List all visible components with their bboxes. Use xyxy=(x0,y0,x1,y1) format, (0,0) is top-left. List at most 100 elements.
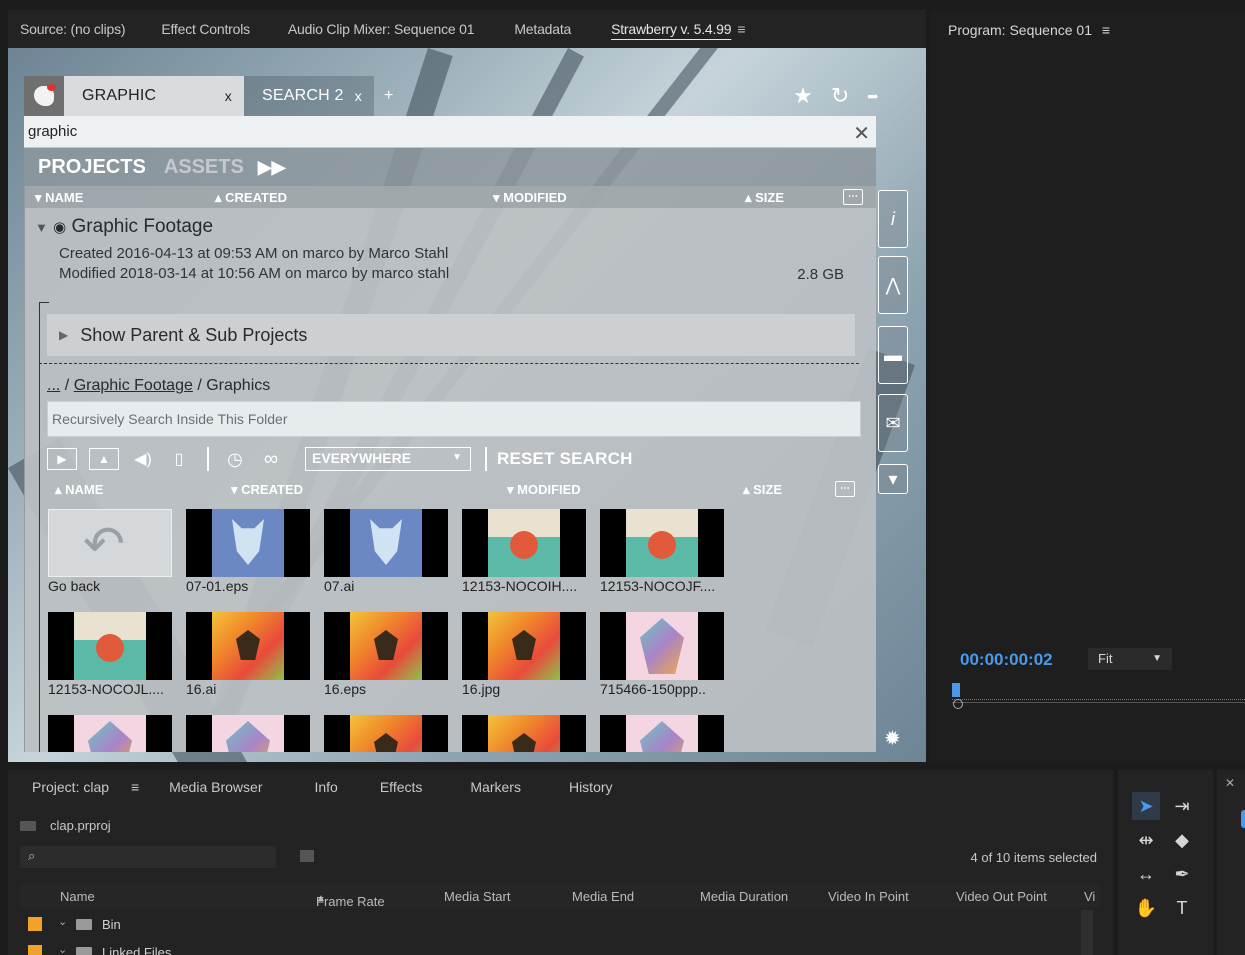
asset-thumbnail[interactable]: 12153-NOCOJF.... xyxy=(600,509,724,594)
project-title[interactable]: ▼ ◉ Graphic Footage xyxy=(35,216,213,238)
column-name[interactable]: Name xyxy=(60,889,95,904)
playhead[interactable] xyxy=(952,683,960,697)
new-search-bin-icon[interactable] xyxy=(300,850,314,862)
folder-search-input[interactable] xyxy=(48,402,860,436)
column-video-in-point[interactable]: Video In Point xyxy=(828,889,909,904)
tab-markers[interactable]: Markers xyxy=(458,779,533,795)
asset-thumbnail[interactable]: 12153-NOCOJL.... xyxy=(48,612,172,697)
settings-gear-icon[interactable]: ✹ xyxy=(884,726,901,751)
plugin-tab-graphic[interactable]: GRAPHIC x xyxy=(64,76,244,116)
chevron-down-icon[interactable]: ▾ xyxy=(878,464,908,494)
razor-tool-icon[interactable]: ◆ xyxy=(1168,826,1196,854)
strawberry-logo-icon[interactable] xyxy=(24,76,64,116)
reset-search-button[interactable]: RESET SEARCH xyxy=(497,449,633,469)
column-media-duration[interactable]: Media Duration xyxy=(700,889,788,904)
column-size[interactable]: ▴ SIZE xyxy=(745,190,784,206)
column-truncated[interactable]: Vi xyxy=(1084,889,1095,904)
close-icon[interactable]: ✕ xyxy=(1225,776,1235,790)
expand-arrow-icon[interactable]: ▶▶ xyxy=(258,157,286,178)
plugin-tab-search-2[interactable]: SEARCH 2 x xyxy=(244,76,374,116)
asset-thumbnail[interactable]: 16.eps xyxy=(324,612,448,697)
column-name[interactable]: ▾ NAME xyxy=(35,190,83,206)
tab-effect-controls[interactable]: Effect Controls xyxy=(149,21,262,37)
audio-filter-icon[interactable]: ◀) xyxy=(131,448,155,470)
tab-assets[interactable]: ASSETS xyxy=(164,156,244,179)
asset-thumbnail[interactable]: 07-01.eps xyxy=(186,509,310,594)
tab-media-browser[interactable]: Media Browser xyxy=(157,779,274,795)
label-color-swatch[interactable] xyxy=(28,945,42,955)
column-size[interactable]: ▴ SIZE xyxy=(743,482,782,498)
pen-tool-icon[interactable]: ✒ xyxy=(1168,860,1196,888)
chevron-down-icon[interactable]: ⌄ xyxy=(58,943,67,955)
hand-tool-icon[interactable]: ✋ xyxy=(1132,894,1160,922)
column-created[interactable]: ▾ CREATED xyxy=(231,482,303,498)
compass-icon[interactable]: ⋀ xyxy=(878,256,908,314)
grid-view-icon[interactable]: ⋯ xyxy=(835,481,855,497)
ripple-edit-tool-icon[interactable]: ⇹ xyxy=(1132,826,1160,854)
tab-project-clap[interactable]: Project: clap ≡ xyxy=(8,779,151,795)
clock-icon[interactable]: ◷ xyxy=(223,448,247,470)
column-media-end[interactable]: Media End xyxy=(572,889,634,904)
zoom-dropdown[interactable]: Fit ▼ xyxy=(1088,648,1172,670)
close-icon[interactable]: x xyxy=(225,88,232,104)
radio-icon[interactable]: ◉ xyxy=(53,219,66,236)
scrub-bar[interactable] xyxy=(952,702,1245,703)
show-sub-projects-button[interactable]: ▶ Show Parent & Sub Projects xyxy=(47,314,855,356)
tab-metadata[interactable]: Metadata xyxy=(502,21,583,37)
video-filter-icon[interactable]: ▶ xyxy=(47,448,77,470)
chevron-down-icon[interactable]: ⌄ xyxy=(58,915,67,928)
playhead-timecode[interactable]: 00:00:00:02 xyxy=(960,650,1053,670)
share-icon[interactable]: ✉ xyxy=(878,394,908,452)
panel-menu-icon[interactable]: ≡ xyxy=(1102,22,1110,38)
more-icon[interactable]: ••• xyxy=(867,88,878,104)
grid-view-icon[interactable]: ⋯ xyxy=(843,189,863,205)
breadcrumb-parent[interactable]: Graphic Footage xyxy=(74,377,193,394)
asset-thumbnail[interactable] xyxy=(324,715,448,752)
search-input[interactable] xyxy=(24,116,824,146)
panel-menu-icon[interactable]: ≡ xyxy=(737,21,745,37)
asset-thumbnail[interactable] xyxy=(462,715,586,752)
column-modified[interactable]: ▾ MODIFIED xyxy=(493,190,567,206)
column-video-out-point[interactable]: Video Out Point xyxy=(956,889,1047,904)
image-filter-icon[interactable]: ▲ xyxy=(89,448,119,470)
asset-thumbnail[interactable]: 16.jpg xyxy=(462,612,586,697)
asset-thumbnail[interactable]: 12153-NOCOIH.... xyxy=(462,509,586,594)
close-icon[interactable]: x xyxy=(355,88,362,104)
info-icon[interactable]: i xyxy=(878,190,908,248)
clear-search-icon[interactable]: ✕ xyxy=(853,121,870,146)
scope-dropdown[interactable]: EVERYWHERE ▼ xyxy=(305,447,471,471)
asset-thumbnail[interactable]: 715466-150ppp.. xyxy=(600,612,724,697)
asset-thumbnail[interactable] xyxy=(186,715,310,752)
infinity-icon[interactable]: ∞ xyxy=(259,448,283,470)
selection-tool-icon[interactable]: ➤ xyxy=(1132,792,1160,820)
tab-audio-clip-mixer[interactable]: Audio Clip Mixer: Sequence 01 xyxy=(276,21,486,37)
table-row[interactable]: ⌄ Bin xyxy=(20,912,1090,936)
type-tool-icon[interactable]: T xyxy=(1168,894,1196,922)
tab-strawberry[interactable]: Strawberry v. 5.4.99 xyxy=(599,21,743,37)
track-select-tool-icon[interactable]: ⇥ xyxy=(1168,792,1196,820)
column-frame-rate[interactable]: Frame Rate ▲ xyxy=(316,889,385,909)
program-tab[interactable]: Program: Sequence 01 ≡ xyxy=(948,22,1110,38)
add-tab-button[interactable]: + xyxy=(374,76,404,116)
document-filter-icon[interactable]: ▯ xyxy=(167,448,191,470)
collapse-icon[interactable]: ▼ xyxy=(35,220,48,235)
zoom-handle[interactable] xyxy=(953,699,963,709)
column-media-start[interactable]: Media Start xyxy=(444,889,510,904)
asset-thumbnail[interactable]: 07.ai xyxy=(324,509,448,594)
label-color-swatch[interactable] xyxy=(28,917,42,931)
tab-effects[interactable]: Effects xyxy=(368,779,435,795)
archive-icon[interactable]: ▬ xyxy=(878,326,908,384)
refresh-icon[interactable]: ↻ xyxy=(831,83,849,109)
slip-tool-icon[interactable]: ↔ xyxy=(1132,860,1160,888)
tab-projects[interactable]: PROJECTS xyxy=(38,156,146,179)
tab-source[interactable]: Source: (no clips) xyxy=(8,21,137,37)
tab-history[interactable]: History xyxy=(557,779,625,795)
table-row[interactable]: ⌄ Linked Files xyxy=(20,940,1090,955)
star-icon[interactable]: ★ xyxy=(793,83,813,109)
time-ruler[interactable] xyxy=(952,692,1245,700)
column-modified[interactable]: ▾ MODIFIED xyxy=(507,482,581,498)
asset-thumbnail[interactable]: 16.ai xyxy=(186,612,310,697)
asset-thumbnail[interactable] xyxy=(600,715,724,752)
column-created[interactable]: ▴ CREATED xyxy=(215,190,287,206)
tab-info[interactable]: Info xyxy=(302,779,349,795)
